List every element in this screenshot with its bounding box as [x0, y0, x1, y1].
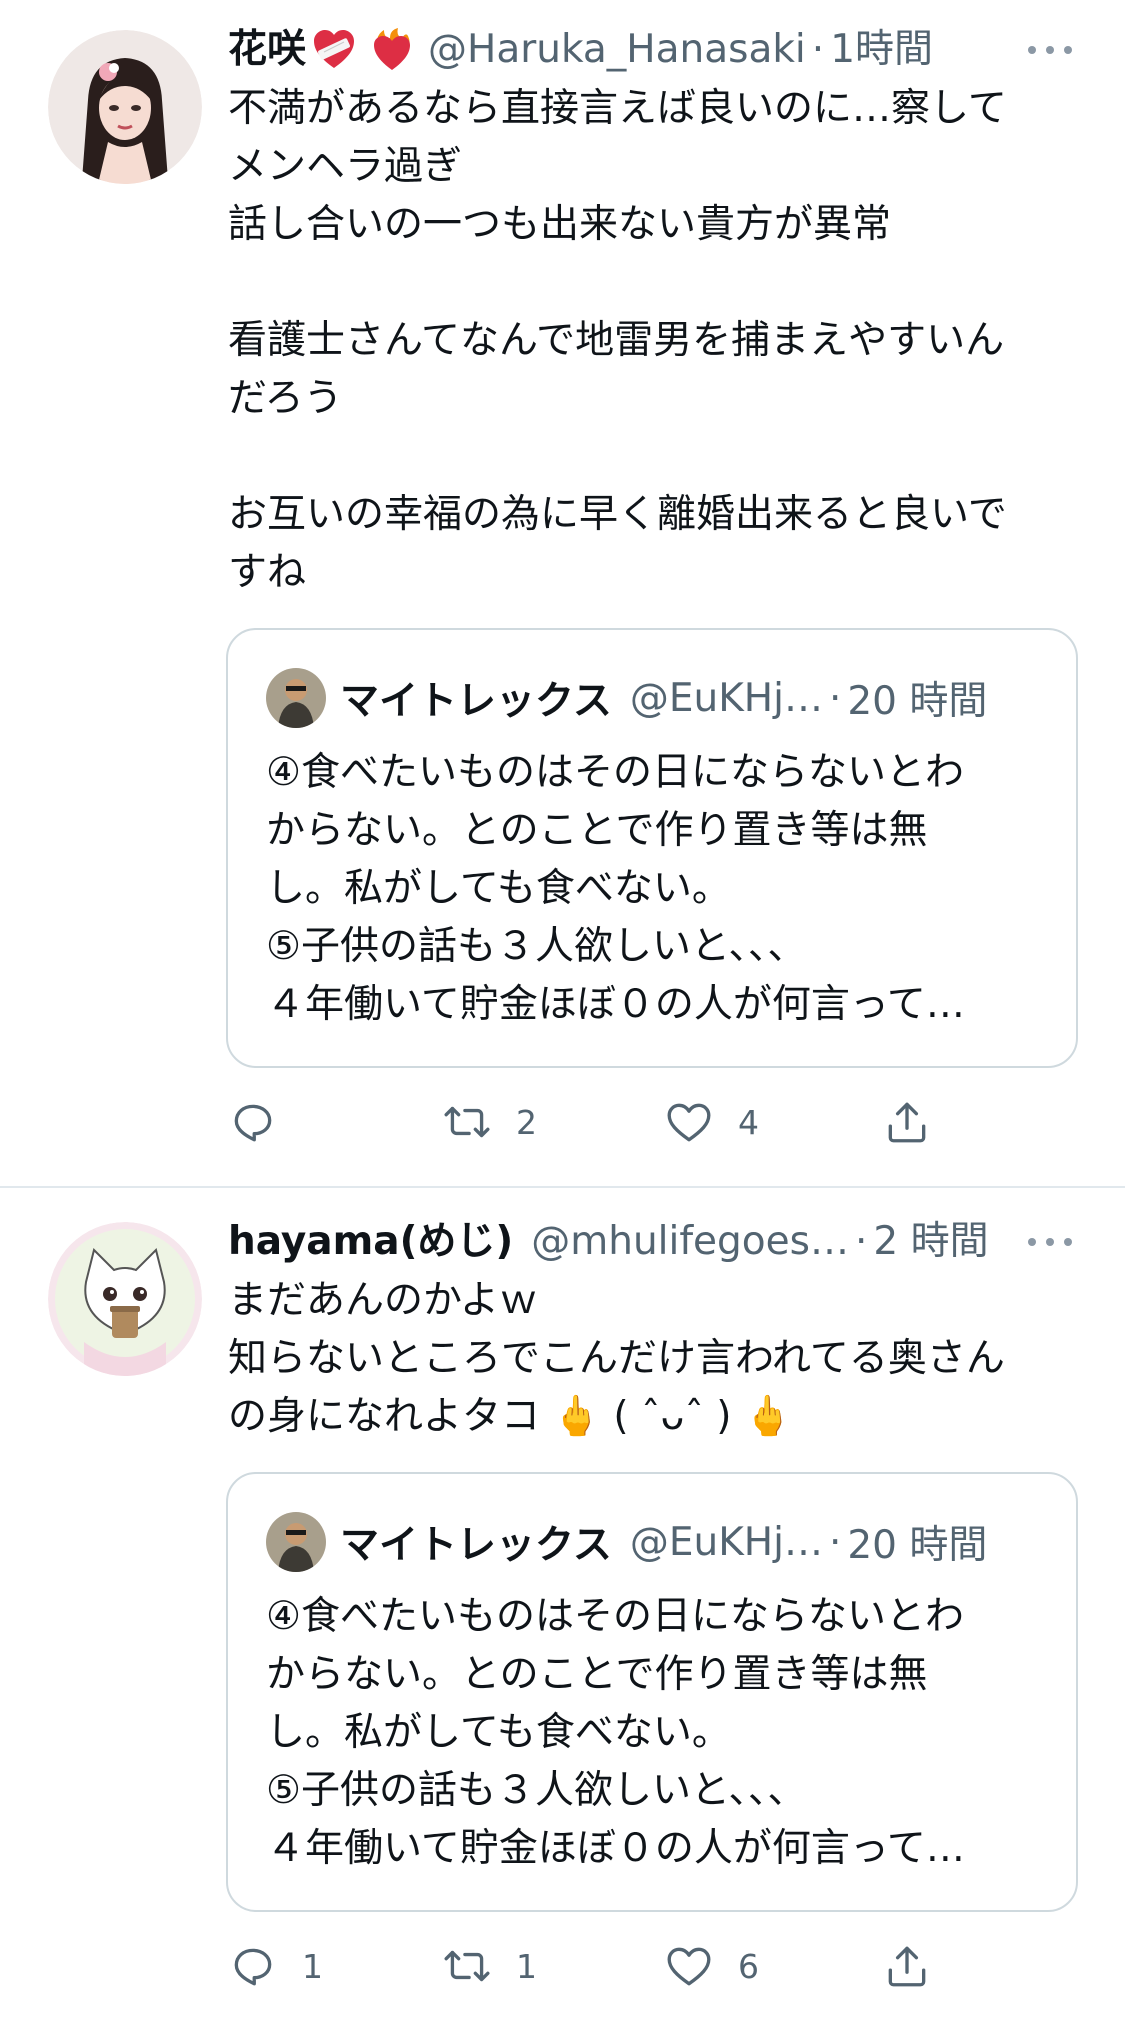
timestamp[interactable]: 2 時間 — [873, 1214, 988, 1270]
like-button[interactable]: 4 — [664, 1094, 759, 1150]
retweet-button[interactable]: 2 — [442, 1094, 537, 1150]
reply-button[interactable]: 1 — [228, 1938, 323, 1994]
heart-icon — [667, 1103, 711, 1142]
cat-avatar-icon — [48, 1222, 202, 1376]
action-bar: 1 1 6 — [226, 1938, 986, 1994]
quoted-display-name: マイトレックス — [340, 1523, 612, 1568]
share-icon — [888, 1946, 926, 1987]
tweet-divider — [0, 1186, 1125, 1188]
separator: · — [855, 1219, 868, 1264]
reply-icon — [234, 1104, 272, 1142]
quoted-avatar — [266, 1512, 326, 1572]
avatar[interactable] — [48, 1222, 202, 1376]
reply-button[interactable] — [228, 1094, 302, 1150]
reply-count: 1 — [302, 1946, 323, 1986]
quoted-timestamp: 20 時間 — [847, 1523, 988, 1568]
tweet-text: まだあんのかよｗ 知らないところでこんだけ言われてる奥さん の身になれよタコ 🖕… — [228, 1278, 1005, 1439]
tweet[interactable]: hayama(めじ) @mhulifegoes… · 2 時間 まだあんのかよｗ… — [0, 0, 1125, 1987]
share-button[interactable] — [882, 1094, 932, 1150]
quoted-handle: @EuKHj… — [629, 1519, 823, 1565]
tweet-header: hayama(めじ) @mhulifegoes… · 2 時間 — [228, 1214, 989, 1270]
heart-icon — [667, 1947, 711, 1986]
retweet-count: 1 — [516, 1946, 537, 1986]
retweet-icon — [444, 1106, 490, 1138]
more-options-icon[interactable] — [1028, 1232, 1072, 1252]
display-name[interactable]: hayama(めじ) — [228, 1214, 513, 1270]
like-count: 6 — [738, 1946, 759, 1986]
retweet-icon — [444, 1950, 490, 1982]
like-count: 4 — [738, 1102, 759, 1142]
quoted-text: ④食べたいものはその日にならないとわ からない。とのことで作り置き等は無 し。私… — [266, 1594, 965, 1871]
separator: · — [828, 1519, 842, 1565]
share-icon — [888, 1102, 926, 1143]
action-bar: 2 4 — [226, 1094, 986, 1150]
retweet-button[interactable]: 1 — [442, 1938, 537, 1994]
handle[interactable]: @mhulifegoes… — [531, 1214, 849, 1270]
person-photo-icon — [266, 1512, 326, 1572]
retweet-count: 2 — [516, 1102, 537, 1142]
like-button[interactable]: 6 — [664, 1938, 759, 1994]
quoted-tweet[interactable]: マイトレックス @EuKHj… · 20 時間 ④食べたいものはその日にならない… — [226, 1472, 1078, 1912]
share-button[interactable] — [882, 1938, 932, 1994]
quoted-header: マイトレックス @EuKHj… · 20 時間 — [340, 1514, 987, 1570]
reply-icon — [234, 1948, 272, 1986]
